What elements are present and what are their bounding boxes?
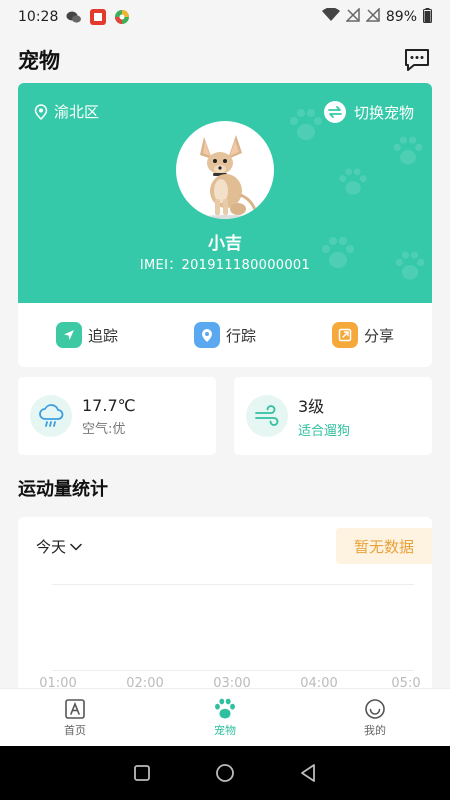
wifi-icon bbox=[321, 7, 340, 26]
location-pin-icon bbox=[34, 103, 48, 120]
no-data-badge: 暂无数据 bbox=[336, 528, 432, 564]
wind-icon bbox=[246, 395, 288, 437]
wind-card: 3级 适合遛狗 bbox=[234, 377, 432, 455]
pet-card: 渝北区 切换宠物 小吉 IMEI：201911180000001 bbox=[18, 83, 432, 303]
nav-home[interactable]: 首页 bbox=[0, 689, 150, 746]
paw-icon bbox=[215, 698, 235, 719]
paw-decoration-icon bbox=[339, 168, 367, 195]
switch-pet-button[interactable]: 切换宠物 bbox=[323, 101, 414, 123]
action-bar: 追踪 行踪 分享 bbox=[18, 303, 432, 367]
nav-home-label: 首页 bbox=[64, 723, 86, 737]
bottom-nav: 首页 宠物 我的 bbox=[0, 688, 450, 746]
track-button[interactable]: 追踪 bbox=[55, 322, 118, 348]
wechat-icon bbox=[66, 9, 82, 25]
wind-level: 3级 bbox=[298, 397, 325, 416]
back-icon[interactable] bbox=[299, 763, 317, 783]
nav-mine-label: 我的 bbox=[364, 723, 386, 737]
message-icon bbox=[405, 49, 429, 71]
weather-card: 17.7℃ 空气:优 bbox=[18, 377, 216, 455]
trail-button[interactable]: 行踪 bbox=[193, 322, 256, 348]
paw-decoration-icon bbox=[393, 136, 423, 165]
chevron-down-icon bbox=[70, 543, 82, 550]
activity-chart-card: 今天 暂无数据 01:00 02:00 03:00 04:00 05:0 bbox=[18, 517, 432, 697]
no-signal-icon-2 bbox=[365, 7, 380, 26]
share-icon bbox=[331, 322, 358, 348]
rain-cloud-icon bbox=[30, 395, 72, 437]
message-button[interactable] bbox=[402, 45, 432, 75]
nav-pet-label: 宠物 bbox=[214, 723, 236, 737]
track-label: 追踪 bbox=[87, 326, 118, 345]
temperature: 17.7℃ bbox=[82, 395, 136, 415]
trail-label: 行踪 bbox=[225, 326, 256, 345]
status-time: 10:28 bbox=[18, 9, 59, 25]
battery-percent: 89% bbox=[385, 9, 417, 25]
chart-gridline bbox=[52, 584, 414, 585]
pet-name: 小吉 bbox=[208, 234, 242, 254]
home-circle-icon[interactable] bbox=[215, 763, 235, 783]
recents-icon[interactable] bbox=[133, 764, 151, 782]
system-nav-bar bbox=[0, 746, 450, 800]
share-label: 分享 bbox=[363, 326, 394, 345]
no-signal-icon bbox=[345, 7, 360, 26]
section-title: 运动量统计 bbox=[18, 479, 108, 500]
nav-pet[interactable]: 宠物 bbox=[150, 689, 300, 746]
period-selector[interactable]: 今天 bbox=[36, 536, 82, 557]
switch-icon bbox=[323, 101, 346, 123]
home-icon bbox=[65, 698, 85, 719]
header: 宠物 bbox=[0, 40, 450, 80]
share-button[interactable]: 分享 bbox=[331, 322, 394, 348]
switch-pet-label: 切换宠物 bbox=[353, 103, 414, 122]
air-quality: 空气:优 bbox=[82, 421, 126, 437]
chart-gridline bbox=[52, 670, 414, 671]
period-label: 今天 bbox=[36, 538, 67, 556]
pet-imei: IMEI：201911180000001 bbox=[139, 258, 311, 273]
smile-icon bbox=[365, 698, 385, 719]
pet-avatar[interactable] bbox=[176, 121, 274, 219]
wind-advice: 适合遛狗 bbox=[298, 424, 351, 439]
listen-app-icon bbox=[90, 9, 107, 25]
chihuahua-image bbox=[200, 135, 258, 219]
location-pin-icon bbox=[193, 322, 220, 348]
paw-decoration-icon bbox=[290, 109, 322, 140]
nav-mine[interactable]: 我的 bbox=[300, 689, 450, 746]
browser-app-icon bbox=[114, 9, 130, 25]
page-title: 宠物 bbox=[18, 49, 60, 73]
status-bar: 10:28 89% bbox=[0, 0, 450, 34]
battery-icon bbox=[423, 7, 432, 27]
location[interactable]: 渝北区 bbox=[34, 101, 99, 122]
location-label: 渝北区 bbox=[54, 103, 100, 121]
navigation-icon bbox=[55, 322, 82, 348]
